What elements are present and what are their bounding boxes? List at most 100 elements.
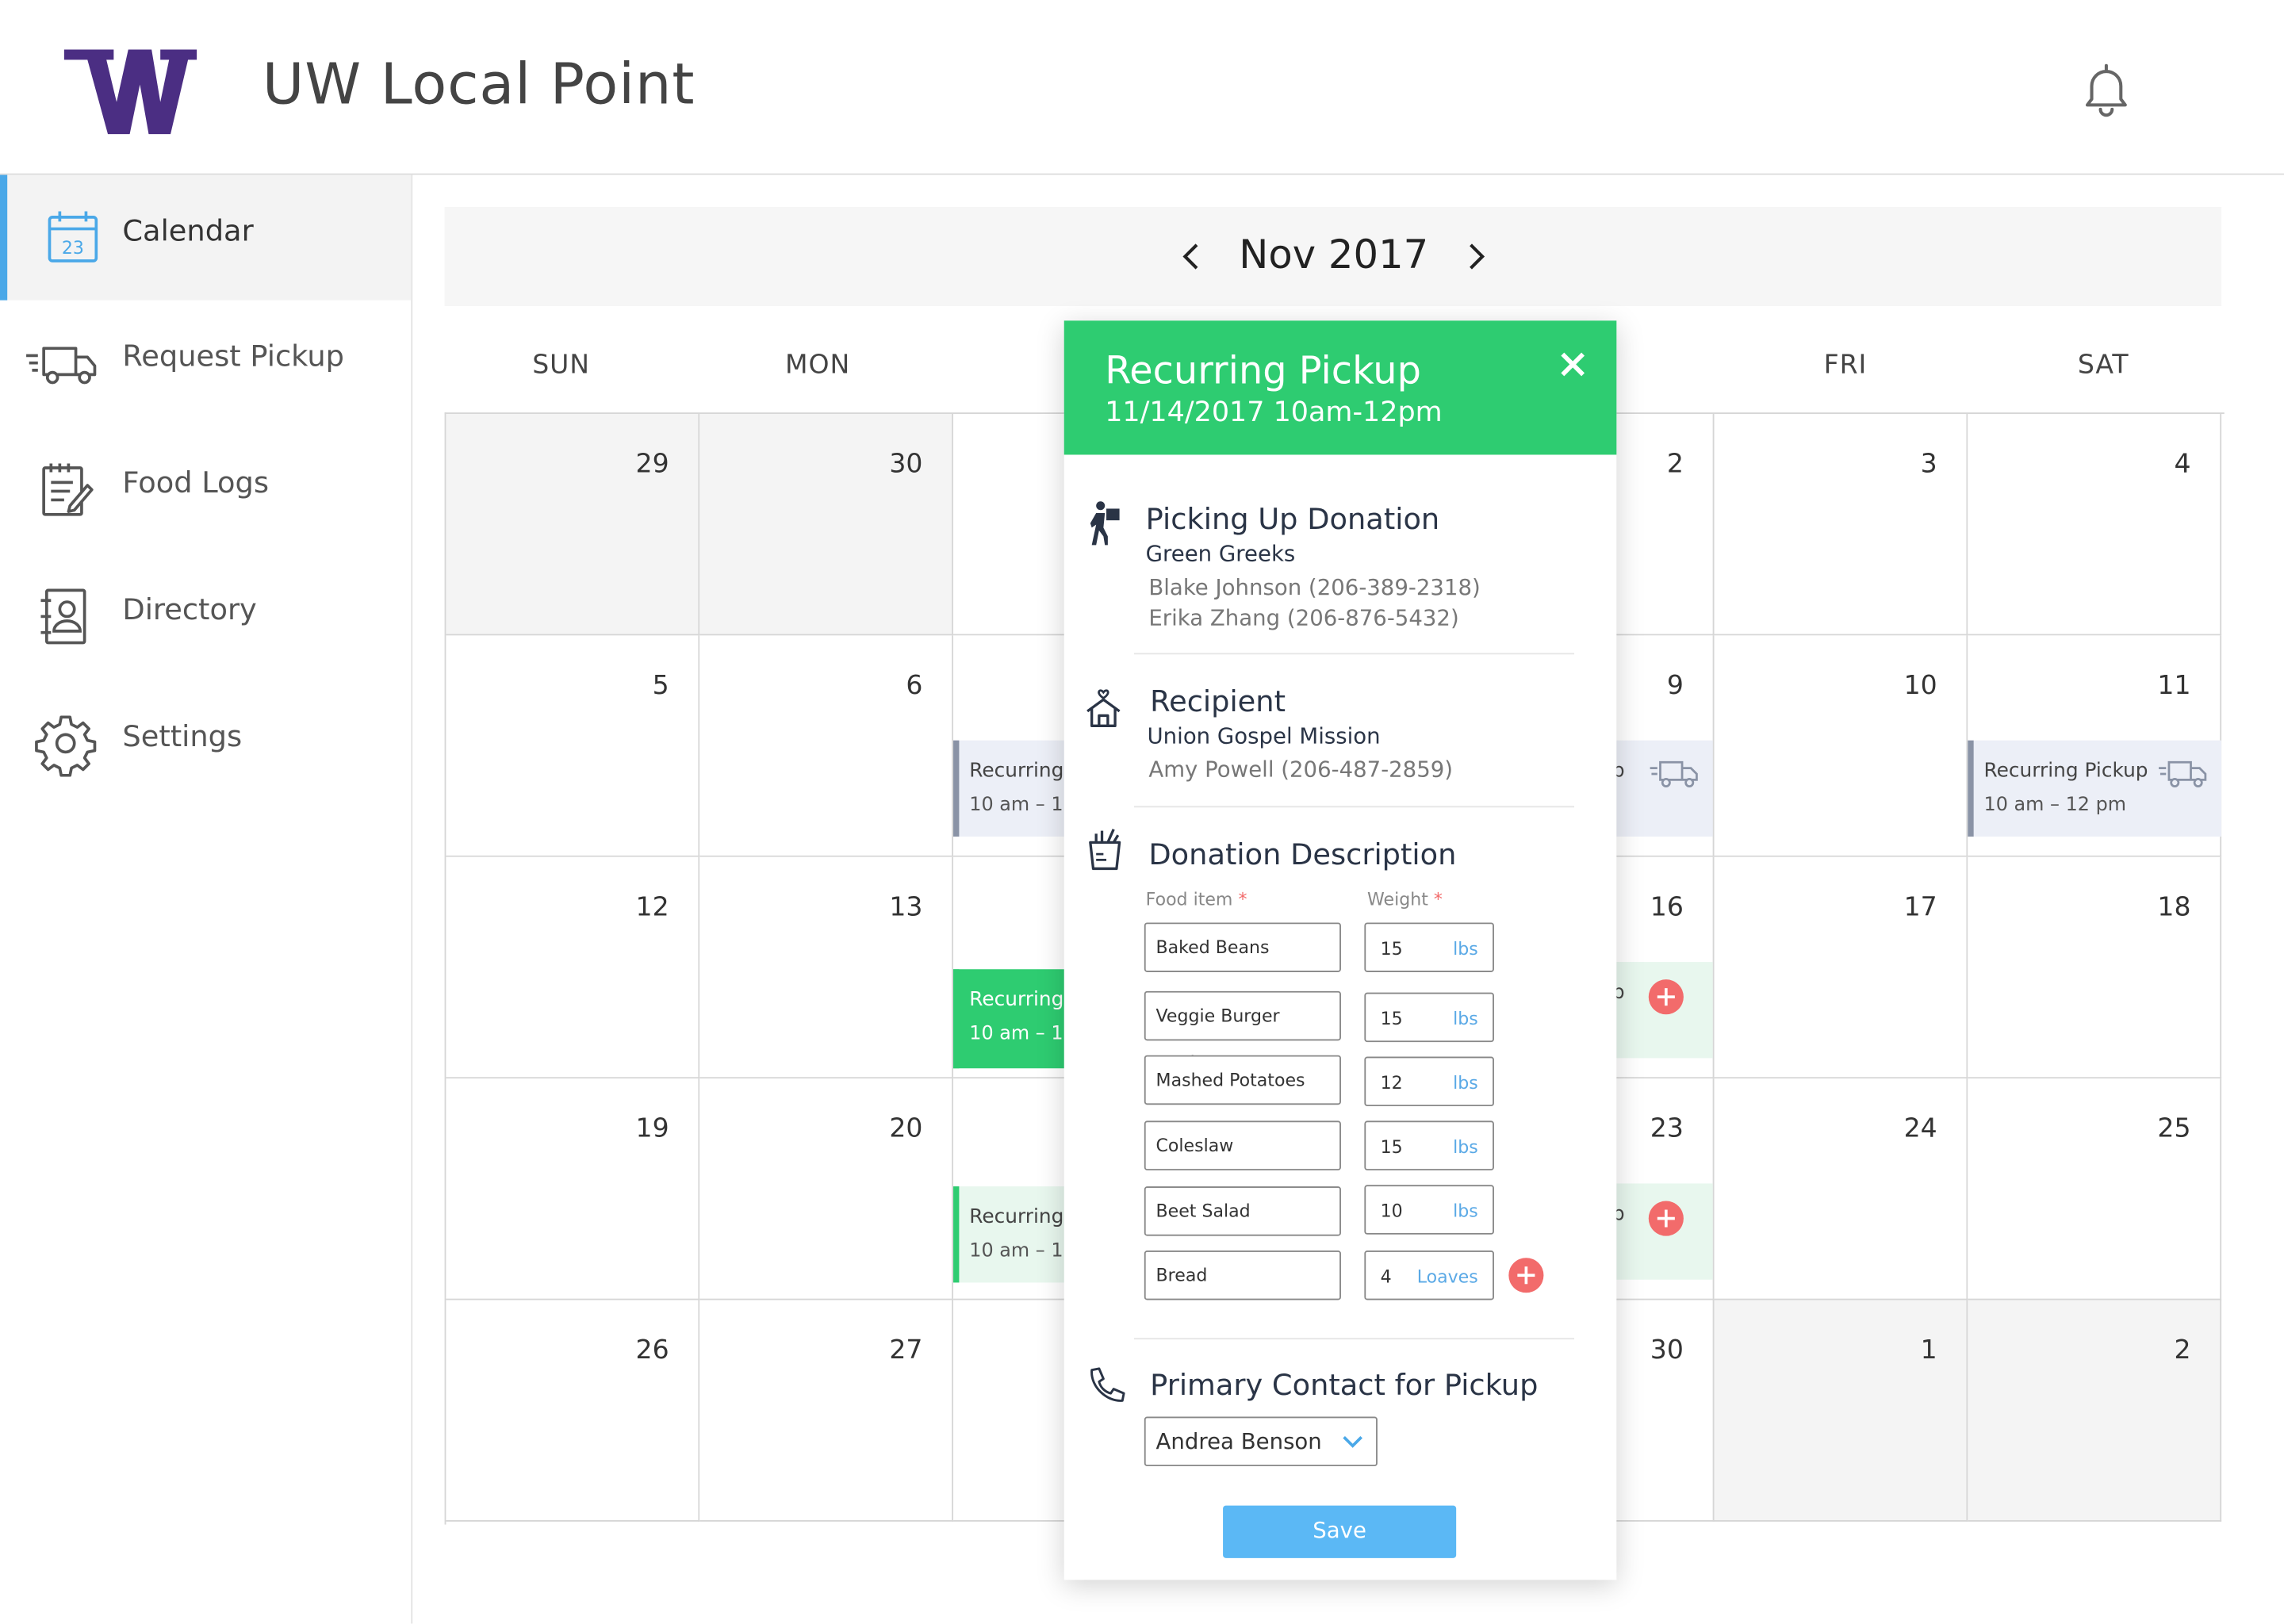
day-number: 4: [2174, 449, 2191, 480]
chevron-down-icon: [1343, 1435, 1362, 1448]
weight-value: 15: [1380, 938, 1403, 959]
day-cell[interactable]: 24: [1714, 1078, 1968, 1300]
weight-input[interactable]: 4 Loaves: [1364, 1251, 1494, 1300]
recipient-section-title: Recipient: [1150, 684, 1286, 719]
event-time: 10 am – 12 pm: [1983, 794, 2127, 817]
divider: [1133, 653, 1575, 655]
day-cell[interactable]: 30: [699, 413, 954, 636]
required-mark: *: [1238, 889, 1247, 910]
required-mark: *: [1433, 889, 1443, 910]
person-carrying-box-icon: [1090, 501, 1120, 546]
day-number: 11: [2157, 670, 2191, 702]
close-icon[interactable]: [1555, 347, 1590, 381]
day-cell[interactable]: 29: [446, 413, 700, 636]
sidebar-item-request-pickup[interactable]: Request Pickup: [0, 301, 411, 426]
add-food-item-button[interactable]: [1508, 1258, 1544, 1293]
day-number: 23: [1650, 1113, 1684, 1144]
weight-input[interactable]: 15 lbs: [1364, 922, 1494, 972]
weight-input[interactable]: 15 lbs: [1364, 1120, 1494, 1170]
directory-icon: [40, 588, 86, 645]
weight-value: 4: [1380, 1266, 1392, 1287]
day-cell[interactable]: 20: [699, 1078, 954, 1300]
event-recurring-pickup[interactable]: Recurring Pickup 10 am – 12 pm: [1968, 740, 2222, 837]
day-cell[interactable]: 18: [1968, 856, 2222, 1079]
event-recurring-pickup[interactable]: p: [1611, 962, 1713, 1059]
food-item-input[interactable]: Coleslaw: [1144, 1120, 1341, 1170]
weight-unit: lbs: [1453, 1136, 1478, 1158]
day-cell[interactable]: 12: [446, 856, 700, 1079]
weight-unit: lbs: [1453, 1072, 1478, 1094]
notification-bell-icon[interactable]: [2075, 59, 2136, 120]
day-cell[interactable]: 5: [446, 635, 700, 857]
weight-unit: Loaves: [1416, 1266, 1478, 1287]
day-cell[interactable]: 4: [1968, 413, 2222, 636]
sidebar-item-label: Food Logs: [122, 465, 270, 500]
pickup-contact: Erika Zhang (206-876-5432): [1148, 604, 1459, 631]
day-cell[interactable]: 10: [1714, 635, 1968, 857]
pickup-contact: Blake Johnson (206-389-2318): [1148, 574, 1481, 601]
add-icon[interactable]: [1648, 1201, 1684, 1236]
calendar-icon: 23: [48, 211, 98, 262]
day-cell[interactable]: 19: [446, 1078, 700, 1300]
day-number: 13: [889, 891, 923, 923]
chevron-right-icon[interactable]: [1447, 228, 1506, 286]
event-time: 10 am – 12: [969, 1023, 1075, 1045]
sidebar-item-settings[interactable]: Settings: [0, 680, 411, 806]
weekday-sat: SAT: [2077, 350, 2129, 381]
food-item-input[interactable]: Mashed Potatoes: [1144, 1055, 1341, 1105]
day-number: 29: [635, 449, 669, 480]
modal-header: Recurring Pickup 11/14/2017 10am-12pm: [1063, 320, 1617, 455]
sidebar-item-calendar[interactable]: 23 Calendar: [0, 174, 412, 301]
day-number: 2: [1666, 449, 1684, 480]
food-item-input[interactable]: Baked Beans: [1144, 922, 1341, 972]
food-item-input[interactable]: Bread: [1144, 1251, 1341, 1300]
day-cell[interactable]: 13: [699, 856, 954, 1079]
month-label: Nov 2017: [1239, 233, 1429, 279]
day-cell[interactable]: 3: [1714, 413, 1968, 636]
event-recurring-pickup[interactable]: p: [1611, 740, 1713, 837]
day-number: 1: [1920, 1335, 1937, 1366]
weight-value: 15: [1380, 1008, 1403, 1029]
day-cell[interactable]: 26: [446, 1300, 700, 1522]
event-title: Recurring Pickup: [1983, 759, 2148, 783]
day-number: 24: [1903, 1113, 1937, 1144]
divider: [1133, 1338, 1575, 1340]
food-item-input[interactable]: Veggie Burger Patties: [1144, 990, 1341, 1073]
sidebar-item-food-logs[interactable]: Food Logs: [0, 427, 411, 553]
add-icon[interactable]: [1648, 979, 1684, 1015]
day-cell[interactable]: 2: [1968, 1300, 2222, 1522]
truck-icon: [26, 347, 97, 385]
pickup-section-title: Picking Up Donation: [1145, 501, 1440, 537]
event-recurring-pickup[interactable]: p: [1611, 1183, 1713, 1280]
food-log-icon: [42, 463, 94, 516]
recipient-org: Union Gospel Mission: [1147, 722, 1381, 749]
app-title: UW Local Point: [262, 52, 696, 118]
weight-input[interactable]: 12 lbs: [1364, 1056, 1494, 1107]
day-number: 26: [635, 1335, 669, 1366]
primary-contact-select[interactable]: Andrea Benson: [1144, 1416, 1378, 1467]
day-cell[interactable]: 1: [1714, 1300, 1968, 1522]
weight-input[interactable]: 15 lbs: [1364, 992, 1494, 1043]
sidebar-item-directory[interactable]: Directory: [0, 553, 411, 679]
modal-title: Recurring Pickup: [1105, 350, 1421, 394]
home-heart-icon: [1086, 689, 1121, 727]
day-cell[interactable]: 25: [1968, 1078, 2222, 1300]
day-number: 25: [2157, 1113, 2191, 1144]
day-cell[interactable]: 6: [699, 635, 954, 857]
weight-label: Weight *: [1367, 889, 1443, 910]
day-cell[interactable]: 17: [1714, 856, 1968, 1079]
gear-icon: [35, 715, 97, 777]
weight-value: 12: [1380, 1072, 1403, 1094]
day-number: 3: [1920, 449, 1937, 480]
day-cell[interactable]: 27: [699, 1300, 954, 1522]
weight-value: 10: [1380, 1201, 1403, 1222]
event-time: 10 am – 12: [969, 794, 1075, 817]
sidebar-item-label: Directory: [122, 592, 257, 627]
food-item-input[interactable]: Beet Salad: [1144, 1186, 1341, 1236]
uw-logo-icon[interactable]: [59, 47, 201, 137]
grocery-bag-icon: [1089, 829, 1121, 871]
save-button[interactable]: Save: [1223, 1505, 1457, 1558]
day-number: 19: [635, 1113, 669, 1144]
day-number: 6: [906, 670, 923, 702]
weight-input[interactable]: 10 lbs: [1364, 1185, 1494, 1235]
